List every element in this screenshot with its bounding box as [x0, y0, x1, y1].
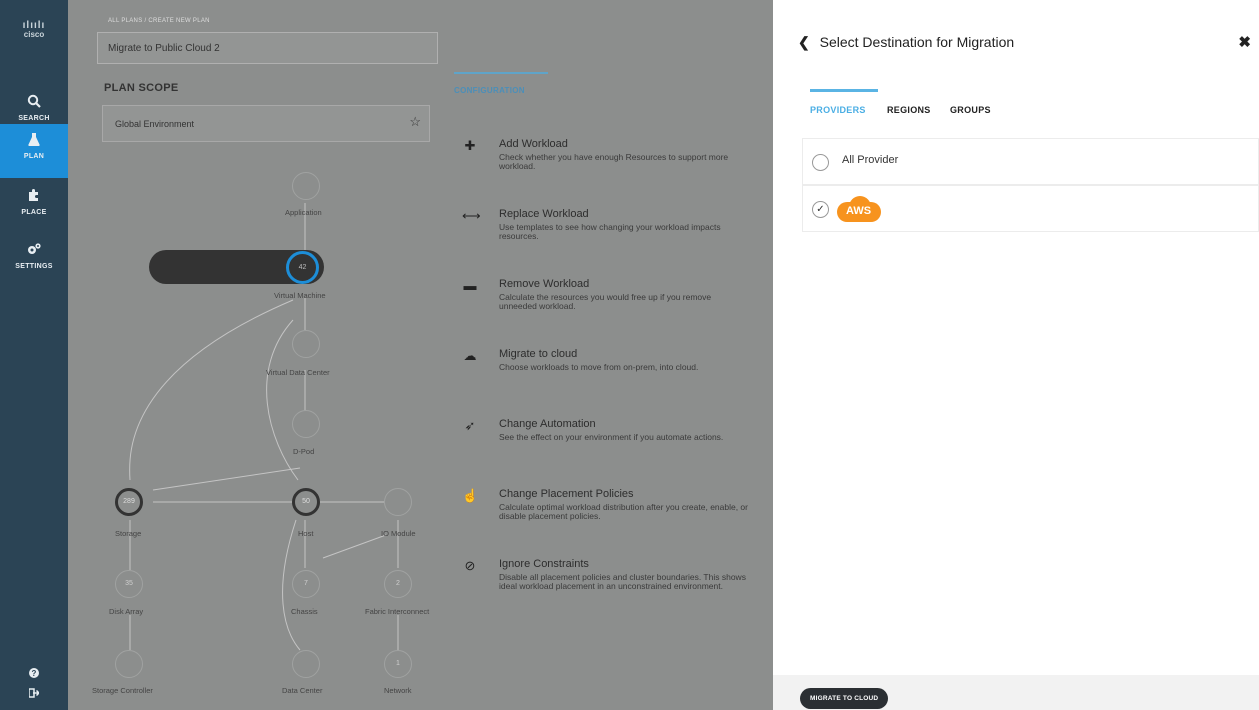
scope-value: Global Environment	[115, 119, 195, 129]
prohibit-icon: ⊘	[464, 558, 476, 573]
graph-node-data-center[interactable]	[292, 650, 320, 678]
node-label-storage: Storage	[115, 529, 142, 538]
graph-node-application[interactable]	[292, 172, 320, 200]
help-icon[interactable]: ?	[0, 668, 68, 681]
sidebar: ılıılı cisco SEARCH PLAN PLACE SETTINGS …	[0, 0, 68, 710]
node-label-io-module: IO Module	[381, 529, 416, 538]
supply-chain-graph: Application 42 Virtual Machine Virtual D…	[68, 150, 448, 710]
node-label-application: Application	[285, 208, 322, 217]
hand-icon: ☝	[462, 488, 479, 503]
star-icon[interactable]: ☆	[409, 114, 421, 130]
radio-checked-icon[interactable]: ✓	[812, 201, 829, 218]
aws-cloud-icon: AWS	[837, 196, 881, 222]
plan-main: ALL PLANS / CREATE NEW PLAN Migrate to P…	[68, 0, 773, 710]
tab-providers[interactable]: PROVIDERS	[810, 105, 866, 115]
migrate-to-cloud-button[interactable]: MIGRATE TO CLOUD	[800, 688, 889, 709]
graph-node-disk-array[interactable]: 35	[115, 570, 143, 598]
graph-node-storage[interactable]: 289	[115, 488, 143, 516]
rocket-icon: ➶	[464, 418, 476, 433]
tab-groups[interactable]: GROUPS	[950, 105, 991, 115]
search-icon	[0, 94, 68, 113]
swap-icon: ⟷	[462, 208, 481, 223]
option-label: All Provider	[842, 154, 899, 166]
chevron-left-icon[interactable]: ❮	[798, 34, 810, 50]
graph-node-virtual-machine[interactable]: 42	[286, 251, 319, 284]
node-label-virtual-data-center: Virtual Data Center	[266, 368, 330, 377]
tab-regions[interactable]: REGIONS	[887, 105, 931, 115]
flask-icon	[0, 132, 68, 151]
scope-selector[interactable]: Global Environment ☆	[102, 105, 430, 142]
graph-node-fabric-interconnect[interactable]: 2	[384, 570, 412, 598]
option-all-provider[interactable]: All Provider	[802, 138, 1259, 185]
gear-icon	[0, 242, 68, 261]
plan-scope-title: PLAN SCOPE	[104, 82, 179, 94]
graph-edges	[129, 203, 399, 651]
option-aws[interactable]: ✓ AWS	[802, 185, 1259, 232]
cloud-upload-icon: ☁	[463, 348, 477, 363]
tab-configuration[interactable]: CONFIGURATION	[454, 72, 548, 95]
node-label-data-center: Data Center	[282, 686, 323, 695]
node-label-disk-array: Disk Array	[109, 607, 144, 616]
puzzle-icon	[0, 188, 68, 207]
node-label-storage-controller: Storage Controller	[92, 686, 153, 695]
breadcrumb[interactable]: ALL PLANS / CREATE NEW PLAN	[108, 18, 210, 24]
nav-settings[interactable]: SETTINGS	[0, 234, 68, 288]
migration-destination-panel: ❮ Select Destination for Migration ✖ PRO…	[773, 0, 1259, 710]
minus-icon: ▬	[463, 278, 477, 293]
graph-node-chassis[interactable]: 7	[292, 570, 320, 598]
graph-node-network[interactable]: 1	[384, 650, 412, 678]
graph-node-host[interactable]: 50	[292, 488, 320, 516]
node-label-d-pod: D-Pod	[293, 447, 315, 456]
node-label-host: Host	[298, 529, 314, 538]
active-tab-indicator	[810, 89, 878, 92]
graph-node-storage-controller[interactable]	[115, 650, 143, 678]
plan-name-input[interactable]: Migrate to Public Cloud 2	[97, 32, 438, 64]
panel-footer: MIGRATE TO CLOUD	[773, 675, 1259, 710]
plus-icon: ✚	[464, 138, 476, 153]
nav-place[interactable]: PLACE	[0, 180, 68, 234]
graph-node-d-pod[interactable]	[292, 410, 320, 438]
node-label-chassis: Chassis	[291, 607, 318, 616]
graph-node-io-module[interactable]	[384, 488, 412, 516]
cisco-bars-icon: ılıılı	[22, 20, 46, 31]
node-label-network: Network	[384, 686, 412, 695]
logout-icon[interactable]	[0, 688, 68, 701]
node-label-virtual-machine: Virtual Machine	[274, 291, 326, 300]
cisco-logo[interactable]: ılıılı cisco	[0, 20, 68, 40]
panel-header: ❮ Select Destination for Migration	[798, 34, 1014, 51]
node-label-fabric-interconnect: Fabric Interconnect	[365, 607, 430, 616]
graph-node-virtual-data-center[interactable]	[292, 330, 320, 358]
svg-text:?: ?	[32, 669, 37, 678]
close-icon[interactable]: ✖	[1238, 33, 1251, 51]
nav-plan[interactable]: PLAN	[0, 124, 68, 178]
panel-title: Select Destination for Migration	[819, 34, 1015, 50]
radio-unchecked[interactable]	[812, 154, 829, 171]
